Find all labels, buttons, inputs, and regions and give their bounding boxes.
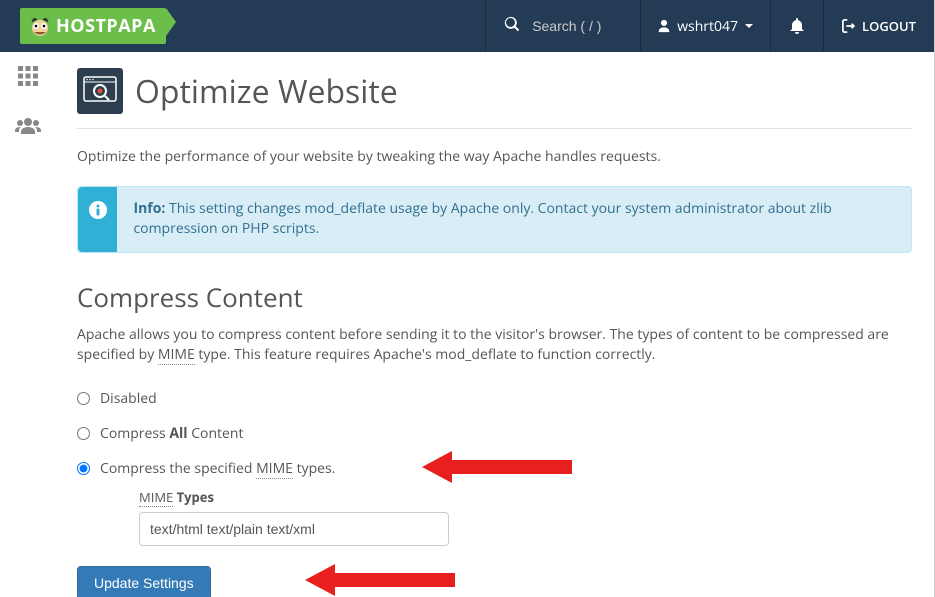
user-icon: [657, 19, 671, 33]
apps-grid-icon[interactable]: [16, 64, 40, 95]
info-alert: Info: This setting changes mod_deflate u…: [77, 186, 912, 253]
page-title: Optimize Website: [135, 70, 398, 113]
option-disabled-label: Disabled: [100, 389, 157, 408]
search-box[interactable]: [485, 0, 640, 52]
brand-logo[interactable]: HOSTPAPA: [0, 0, 178, 52]
mime-label: MIME Types: [139, 488, 912, 506]
search-icon: [504, 15, 520, 37]
logout-icon: [842, 19, 856, 33]
users-icon[interactable]: [15, 113, 41, 143]
annotation-arrow-icon: [305, 564, 455, 596]
mime-types-block: MIME Types: [139, 488, 912, 546]
topbar: HOSTPAPA wshrt047 LOGOUT: [0, 0, 934, 52]
logout-button[interactable]: LOGOUT: [823, 0, 934, 52]
mime-abbr: MIME: [158, 345, 195, 365]
username: wshrt047: [677, 17, 738, 36]
info-icon: [78, 187, 117, 252]
radio-all[interactable]: [77, 427, 90, 440]
search-input[interactable]: [532, 18, 622, 34]
brand-text: HOSTPAPA: [56, 14, 156, 38]
logout-label: LOGOUT: [862, 17, 916, 35]
compress-title: Compress Content: [77, 279, 912, 315]
option-disabled[interactable]: Disabled: [77, 389, 912, 408]
compress-desc: Apache allows you to compress content be…: [77, 325, 912, 366]
main-content: Optimize Website Optimize the performanc…: [55, 52, 934, 597]
notifications[interactable]: [770, 0, 823, 52]
chevron-down-icon: [744, 21, 754, 31]
update-settings-button[interactable]: Update Settings: [77, 566, 211, 597]
bell-icon: [789, 18, 805, 34]
radio-specified[interactable]: [77, 462, 90, 475]
option-all[interactable]: Compress All Content: [77, 424, 912, 443]
intro-text: Optimize the performance of your website…: [77, 147, 912, 166]
sidebar: [0, 52, 55, 597]
page-header: Optimize Website: [77, 68, 912, 129]
info-label: Info:: [133, 199, 165, 218]
user-menu[interactable]: wshrt047: [640, 0, 770, 52]
annotation-arrow-icon: [422, 451, 572, 483]
mime-input[interactable]: [139, 512, 449, 546]
radio-disabled[interactable]: [77, 392, 90, 405]
optimize-icon: [77, 68, 123, 114]
mascot-icon: [26, 12, 54, 40]
info-text: This setting changes mod_deflate usage b…: [133, 199, 831, 238]
